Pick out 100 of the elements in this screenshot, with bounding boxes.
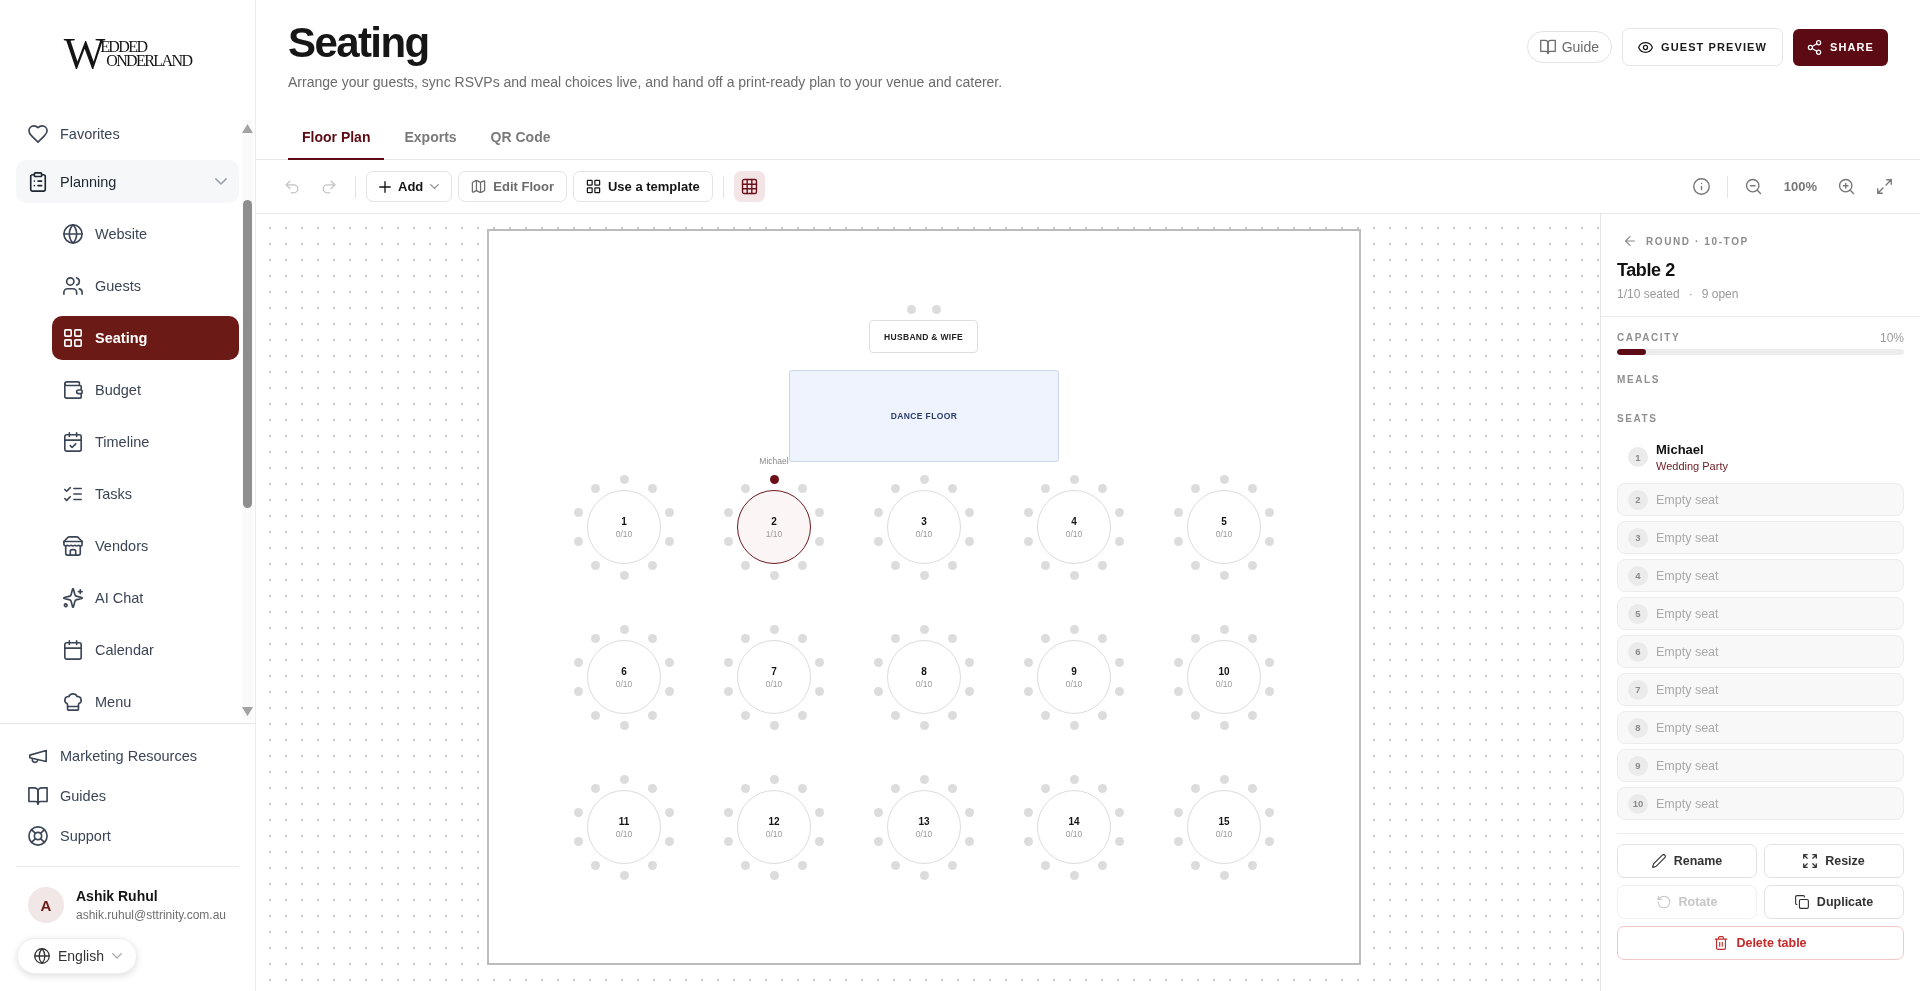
rotate-icon [1656, 895, 1671, 909]
nav-link[interactable]: Guides [16, 776, 239, 816]
round-table[interactable]: 1 0/10 [587, 490, 661, 564]
nav-item[interactable]: AI Chat [52, 576, 239, 620]
toolbar-button[interactable]: Use a template [572, 171, 713, 202]
user-avatar: A [28, 887, 64, 923]
store-icon [63, 536, 83, 556]
section-label: SEATS [1617, 412, 1659, 426]
book-icon [1539, 39, 1556, 55]
zoom-out-icon[interactable] [1744, 178, 1762, 195]
guest-preview-button[interactable]: GUEST PREVIEW [1622, 28, 1783, 66]
round-table[interactable]: 7 0/10 [737, 640, 811, 714]
grid-icon [585, 179, 601, 194]
guest-group: Wedding Party [1656, 460, 1728, 472]
pencil-icon [1651, 854, 1666, 868]
round-table[interactable]: 10 0/10 [1187, 640, 1261, 714]
toolbar-button[interactable]: Add [366, 171, 453, 202]
nav-link[interactable]: Support [16, 816, 239, 856]
round-table[interactable]: 9 0/10 [1037, 640, 1111, 714]
round-table[interactable]: 13 0/10 [887, 790, 961, 864]
chevron-down-icon [111, 953, 122, 959]
seat-number: 1 [1628, 447, 1648, 467]
sparkle-icon [63, 588, 83, 608]
tab[interactable]: QR Code [476, 116, 565, 160]
nav-item[interactable]: Website [52, 212, 239, 256]
head-table[interactable]: HUSBAND & WIFE [869, 320, 978, 353]
chevron-down-icon [215, 178, 227, 185]
round-table[interactable]: 5 0/10 [1187, 490, 1261, 564]
toolbar-button[interactable]: Edit Floor [458, 171, 567, 202]
lifebuoy-icon [28, 826, 48, 846]
scrollbar-thumb[interactable] [243, 200, 252, 508]
action-button[interactable]: Delete table [1617, 926, 1904, 960]
nav-item[interactable]: Seating [52, 316, 239, 360]
chef-hat-icon [63, 692, 83, 712]
section-label: CAPACITY [1617, 331, 1681, 345]
section-label: MEALS [1617, 373, 1661, 387]
language-button[interactable]: English [17, 938, 137, 974]
nav-item[interactable]: Vendors [52, 524, 239, 568]
scroll-down-icon[interactable] [242, 706, 253, 716]
round-table[interactable]: 3 0/10 [887, 490, 961, 564]
page-subtitle: Arrange your guests, sync RSVPs and meal choices live, and hand off a print-ready plan to your venue and caterer. [288, 73, 1003, 91]
dance-floor[interactable]: DANCE FLOOR [789, 370, 1059, 462]
seat-row[interactable]: 1 Michael Wedding Party [1617, 436, 1904, 478]
nav-item[interactable]: Tasks [52, 472, 239, 516]
nav-link[interactable]: Marketing Resources [16, 736, 239, 776]
seat-number: 6 [1628, 641, 1648, 662]
round-table[interactable]: 6 0/10 [587, 640, 661, 714]
nav-item[interactable]: Favorites [16, 114, 239, 154]
action-button[interactable]: Rename [1617, 844, 1757, 878]
user-email: ashik.ruhul@sttrinity.com.au [76, 908, 226, 922]
map-icon [471, 179, 487, 194]
zoom-level: 100% [1783, 179, 1817, 194]
seat-icon[interactable] [769, 474, 779, 484]
back-arrow-icon[interactable] [1623, 234, 1637, 248]
guest-name: Michael [1656, 442, 1705, 457]
seat-number: 2 [1628, 489, 1648, 510]
calendar-icon [63, 640, 83, 660]
globe-icon [63, 224, 83, 244]
round-table[interactable]: 14 0/10 [1037, 790, 1111, 864]
trash-icon [1714, 936, 1729, 950]
capacity-reading: 10% [1879, 331, 1904, 345]
round-table[interactable]: 11 0/10 [587, 790, 661, 864]
scrollbar[interactable] [242, 120, 253, 720]
empty-seat-label: Empty seat [1656, 492, 1719, 507]
scroll-up-icon[interactable] [242, 124, 253, 134]
round-table[interactable]: 12 0/10 [737, 790, 811, 864]
empty-seat-label: Empty seat [1656, 568, 1719, 583]
table-type: ROUND · 10-TOP [1646, 235, 1749, 247]
seat-number: 8 [1628, 717, 1648, 738]
grid-icon [63, 328, 83, 348]
guest-name: Michael [759, 456, 789, 466]
nav-item[interactable]: Budget [52, 368, 239, 412]
round-table[interactable]: 8 0/10 [887, 640, 961, 714]
round-table[interactable]: 15 0/10 [1187, 790, 1261, 864]
zoom-in-icon[interactable] [1838, 178, 1855, 195]
action-button[interactable]: Resize [1764, 844, 1904, 878]
round-table[interactable]: 4 0/10 [1037, 490, 1111, 564]
eye-icon [1638, 39, 1653, 55]
round-table[interactable]: 2 1/10 [737, 490, 811, 564]
info-icon[interactable] [1692, 178, 1710, 195]
seat-number: 9 [1628, 755, 1648, 776]
action-button[interactable]: Duplicate [1764, 885, 1904, 919]
empty-seat-label: Empty seat [1656, 720, 1719, 735]
grid-toggle-button[interactable] [733, 171, 765, 202]
nav-item[interactable]: Menu [52, 680, 239, 723]
empty-seat-label: Empty seat [1656, 644, 1719, 659]
nav-item[interactable]: Calendar [52, 628, 239, 672]
seat-number: 4 [1628, 565, 1648, 586]
seat-number: 3 [1628, 527, 1648, 548]
tab[interactable]: Floor Plan [288, 116, 385, 160]
empty-seat-label: Empty seat [1656, 682, 1719, 697]
tab[interactable]: Exports [390, 116, 471, 160]
globe-icon [34, 948, 50, 964]
nav-item[interactable]: Guests [52, 264, 239, 308]
nav-group[interactable]: Planning [16, 160, 239, 203]
expand-icon[interactable] [1877, 179, 1892, 194]
share-button[interactable]: SHARE [1793, 28, 1888, 66]
seat-number: 7 [1628, 679, 1648, 700]
nav-item[interactable]: Timeline [52, 420, 239, 464]
guide-button[interactable]: Guide [1526, 31, 1612, 63]
